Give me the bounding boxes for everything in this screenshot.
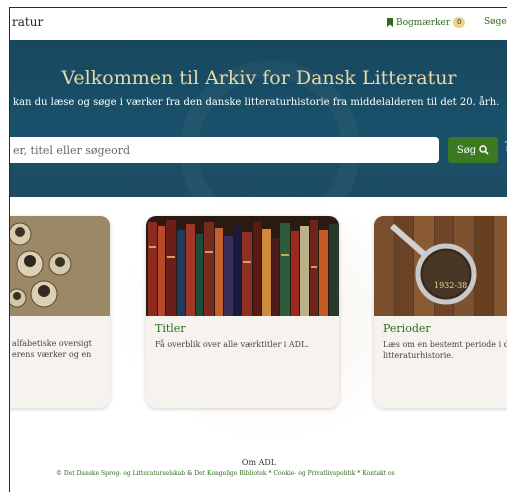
bookmark-icon	[387, 18, 393, 27]
footer-link-cookie[interactable]: Cookie- og Privatlivspolitik	[273, 470, 355, 477]
footer-amp: &	[187, 470, 193, 477]
main-content: alfabetiske oversigt erens værker og en	[9, 197, 507, 492]
site-brand[interactable]: ratur	[12, 15, 43, 29]
bookmarks-link[interactable]: Bogmærker 0	[387, 17, 466, 28]
footer-link-kb[interactable]: Det Kongelige Bibliotek	[194, 470, 266, 477]
footer-link-dsl[interactable]: Det Danske Sprog- og Litteraturselskab	[64, 470, 185, 477]
card-titles-description: Få overblik over alle værktitler i ADL.	[155, 340, 309, 349]
card-periods[interactable]: 1932-38 Perioder Læs om en bestemt perio…	[374, 216, 507, 408]
search-icon	[479, 145, 489, 155]
card-periods-description: Læs om en bestemt periode i de litteratu…	[383, 340, 507, 360]
periods-book-label: 1932-38	[434, 281, 467, 290]
search-history-link[interactable]: Søgehist	[484, 17, 507, 27]
card-authors-description: alfabetiske oversigt erens værker og en	[12, 339, 92, 359]
footer-about-link[interactable]: Om ADL	[10, 458, 507, 467]
hero-subtitle: kan du læse og søge i værker fra den dan…	[13, 97, 500, 108]
hero-section: Velkommen til Arkiv for Dansk Litteratur…	[9, 40, 507, 197]
hero-title: Velkommen til Arkiv for Dansk Litteratur	[61, 67, 457, 89]
periods-magnifier-image: 1932-38	[374, 216, 507, 316]
footer-separator: *	[268, 470, 272, 477]
bookmarks-count-badge: 0	[453, 17, 466, 28]
search-button-label: Søg	[456, 144, 477, 156]
footer-links: © Det Danske Sprog- og Litteraturselskab…	[56, 470, 395, 477]
search-button[interactable]: Søg	[448, 137, 498, 163]
footer-link-contact[interactable]: Kontakt os	[362, 470, 394, 477]
card-titles-title: Titler	[155, 322, 186, 335]
top-navbar: ratur Bogmærker 0 Søgehist	[9, 7, 507, 40]
card-authors[interactable]: alfabetiske oversigt erens værker og en	[10, 216, 110, 408]
search-input[interactable]	[10, 137, 439, 163]
bookmarks-label: Bogmærker	[396, 17, 451, 28]
card-titles[interactable]: Titler Få overblik over alle værktitler …	[146, 216, 339, 408]
authors-portraits-image	[10, 216, 110, 316]
footer-separator: *	[357, 470, 361, 477]
copyright-symbol: ©	[56, 470, 62, 477]
card-periods-title: Perioder	[383, 322, 431, 335]
bookshelf-image	[146, 216, 339, 316]
